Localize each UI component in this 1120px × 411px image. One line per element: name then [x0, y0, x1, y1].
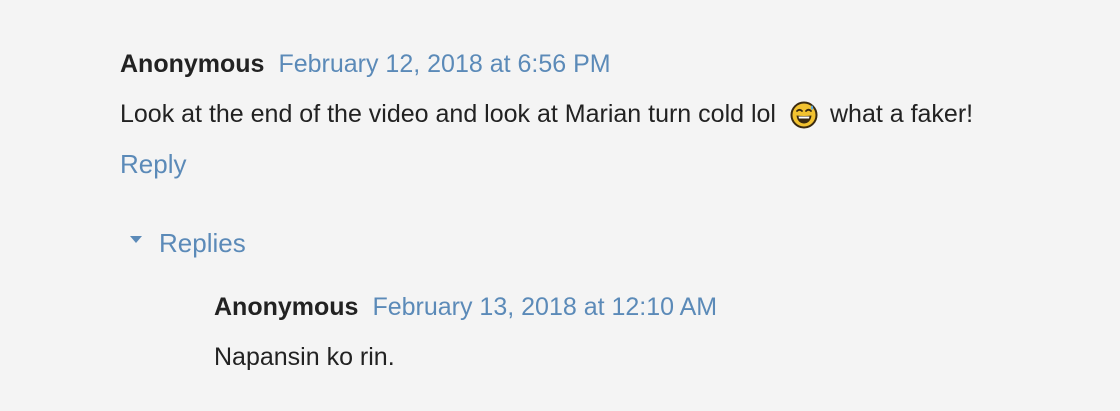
- reply-body: Napansin ko rin.: [214, 343, 717, 372]
- reply-header: Anonymous February 13, 2018 at 12:10 AM: [214, 293, 717, 322]
- comment-text-end: what a faker!: [829, 100, 974, 128]
- comment-author: Anonymous: [120, 50, 265, 78]
- replies-label[interactable]: Replies: [159, 228, 246, 259]
- reply-text: Napansin ko rin.: [214, 343, 395, 371]
- caret-down-icon[interactable]: [130, 236, 142, 243]
- grinning-sweat-emoji-icon: [790, 101, 818, 128]
- replies-toggle[interactable]: Replies: [130, 228, 246, 259]
- comment-timestamp-link[interactable]: February 12, 2018 at 6:56 PM: [278, 50, 610, 79]
- reply-timestamp-link[interactable]: February 13, 2018 at 12:10 AM: [372, 293, 717, 322]
- reply-author: Anonymous: [214, 293, 359, 321]
- comment-text-start: Look at the end of the video and look at…: [120, 100, 776, 128]
- reply-button[interactable]: Reply: [120, 149, 186, 180]
- comment-body: Look at the end of the video and look at…: [120, 100, 973, 129]
- reply-comment: Anonymous February 13, 2018 at 12:10 AM …: [214, 293, 717, 372]
- comment-header: Anonymous February 12, 2018 at 6:56 PM: [120, 50, 973, 79]
- comment: Anonymous February 12, 2018 at 6:56 PM L…: [120, 50, 973, 180]
